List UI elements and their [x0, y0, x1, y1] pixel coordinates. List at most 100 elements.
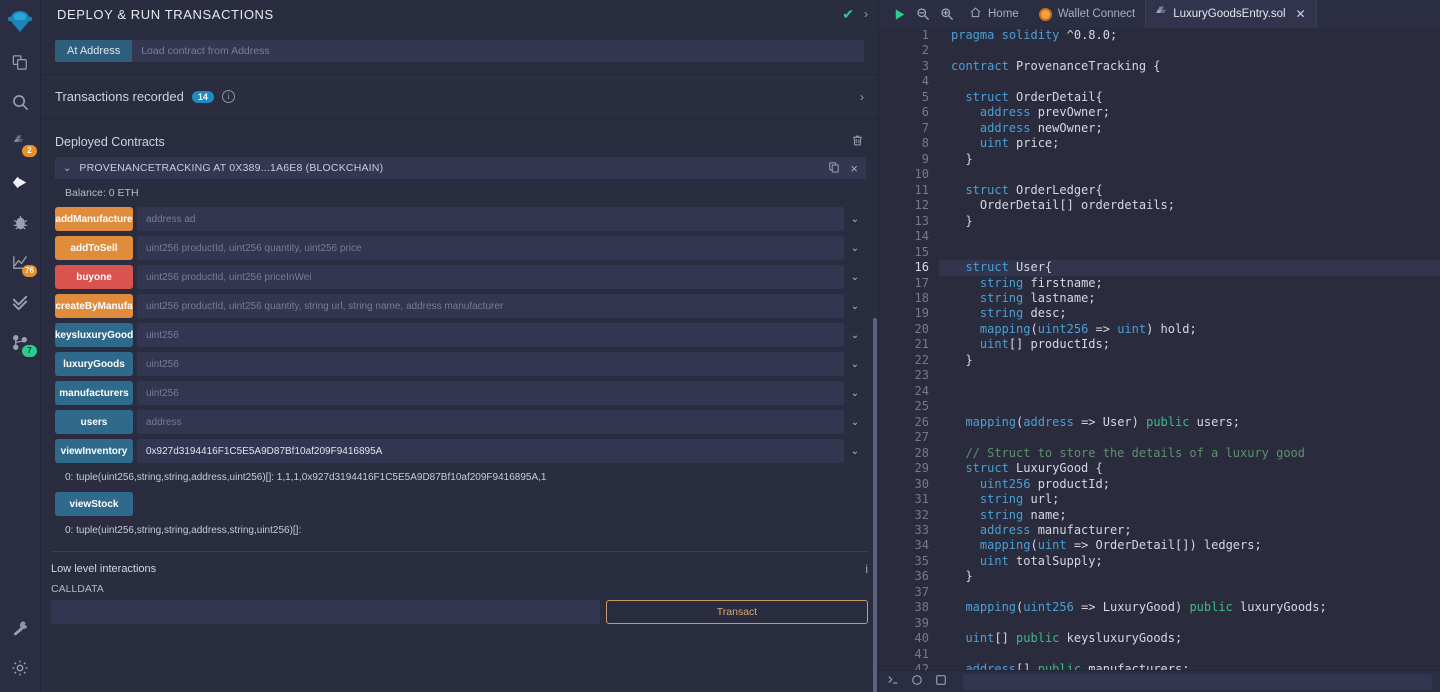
solidity-analyzers-icon[interactable]: 76	[2, 244, 38, 280]
debugger-icon[interactable]	[2, 204, 38, 240]
code-line: }	[951, 569, 973, 584]
contract-functions-list: addManufacture ⌄ addToSell ⌄ buyone ⌄	[55, 207, 866, 545]
panel-collapse-caret-icon[interactable]: ›	[864, 7, 868, 21]
close-icon[interactable]: ✕	[1296, 7, 1306, 21]
function-input-viewInventory[interactable]	[137, 439, 844, 463]
trash-icon[interactable]	[851, 134, 864, 150]
calldata-input[interactable]	[51, 600, 600, 624]
function-row-viewInventory: viewInventory ⌄	[55, 439, 866, 463]
function-button-buyone[interactable]: buyone	[55, 265, 133, 289]
remix-logo-icon[interactable]	[2, 4, 38, 40]
function-expand-caret-icon[interactable]: ⌄	[844, 294, 866, 318]
run-icon[interactable]	[887, 2, 911, 26]
copy-icon[interactable]	[828, 161, 840, 176]
code-line: contract ProvenanceTracking {	[951, 58, 1161, 73]
code-line: struct OrderDetail{	[965, 89, 1103, 104]
tab-wallet-connect[interactable]: Wallet Connect	[1029, 0, 1146, 28]
terminal-clear-icon[interactable]	[911, 674, 923, 689]
function-expand-caret-icon[interactable]: ⌄	[844, 236, 866, 260]
deploy-run-transactions-icon[interactable]	[2, 164, 38, 200]
function-expand-caret-icon[interactable]: ⌄	[844, 265, 866, 289]
terminal-toggle-icon[interactable]	[887, 674, 899, 689]
function-button-luxuryGoods[interactable]: luxuryGoods	[55, 352, 133, 376]
code-line: struct LuxuryGood {	[965, 461, 1103, 476]
function-expand-caret-icon[interactable]: ⌄	[844, 381, 866, 405]
plugin-manager-icon[interactable]	[2, 610, 38, 646]
search-icon[interactable]	[2, 84, 38, 120]
terminal-settings-icon[interactable]	[935, 674, 947, 689]
function-row-viewStock: viewStock	[55, 492, 866, 516]
function-button-users[interactable]: users	[55, 410, 133, 434]
function-button-viewInventory[interactable]: viewInventory	[55, 439, 133, 463]
function-input-addManufacture[interactable]	[137, 207, 844, 231]
chevron-down-icon[interactable]: ⌄	[63, 163, 71, 174]
git-badge: 7	[22, 345, 37, 357]
function-input-luxuryGoods[interactable]	[137, 352, 844, 376]
line-number: 33	[914, 523, 929, 537]
function-input-createByManufacturer[interactable]	[137, 294, 844, 318]
line-number: 9	[921, 151, 929, 166]
function-input-users[interactable]	[137, 410, 844, 434]
function-button-manufacturers[interactable]: manufacturers	[55, 381, 133, 405]
function-row-addManufacture: addManufacture ⌄	[55, 207, 866, 231]
close-icon[interactable]: ×	[850, 162, 858, 175]
solidity-compiler-icon[interactable]: 2	[2, 124, 38, 160]
function-input-addToSell[interactable]	[137, 236, 844, 260]
at-address-button[interactable]: At Address	[55, 40, 133, 62]
transactions-info-icon[interactable]: i	[221, 90, 235, 103]
function-expand-caret-icon[interactable]: ⌄	[844, 207, 866, 231]
file-explorer-icon[interactable]	[2, 44, 38, 80]
git-icon[interactable]: 7	[2, 324, 38, 360]
function-expand-caret-icon[interactable]: ⌄	[844, 323, 866, 347]
tab-home[interactable]: Home	[959, 0, 1029, 28]
code-line: }	[951, 213, 973, 228]
at-address-section: At Address	[41, 28, 878, 75]
low-level-title: Low level interactions	[51, 563, 157, 575]
code-inner: 1 2 3 4 5 6 7 8 9 10 11 12 13 14 15 16 17 18 19 20 21 22 23 24 2…	[879, 28, 1440, 670]
function-button-keysluxuryGoods[interactable]: keysluxuryGood	[55, 323, 133, 347]
contract-header-bar[interactable]: ⌄ PROVENANCETRACKING AT 0X389...1A6E8 (B…	[55, 157, 866, 179]
function-button-createByManufacturer[interactable]: createByManufa	[55, 294, 133, 318]
transact-button[interactable]: Transact	[606, 600, 868, 624]
zoom-out-icon[interactable]	[911, 2, 935, 26]
function-button-viewStock[interactable]: viewStock	[55, 492, 133, 516]
code-line: uint256 productId;	[979, 476, 1110, 491]
solidity-unit-testing-icon[interactable]	[2, 284, 38, 320]
code-line: mapping(address => User) public users;	[965, 414, 1241, 429]
terminal-search-input[interactable]	[963, 673, 1432, 690]
code-line: string name;	[979, 507, 1067, 522]
icon-rail: 2 76 7	[0, 0, 41, 692]
low-level-info-icon[interactable]: i	[865, 562, 868, 576]
code-line: pragma solidity ^0.8.0;	[951, 28, 1118, 42]
line-number: 13	[914, 213, 929, 228]
transactions-recorded-row[interactable]: Transactions recorded 14 i ›	[41, 75, 878, 119]
at-address-input[interactable]	[132, 40, 864, 62]
function-button-addManufacture[interactable]: addManufacture	[55, 207, 133, 231]
tab-luxury-goods-entry-sol[interactable]: LuxuryGoodsEntry.sol ✕	[1145, 0, 1317, 28]
code-line: mapping(uint256 => uint) hold;	[979, 321, 1197, 336]
transactions-expand-caret-icon[interactable]: ›	[860, 90, 864, 104]
panel-header: DEPLOY & RUN TRANSACTIONS ✔ ›	[41, 0, 878, 28]
line-number: 41	[914, 646, 929, 661]
function-expand-caret-icon[interactable]: ⌄	[844, 352, 866, 376]
function-input-keysluxuryGoods[interactable]	[137, 323, 844, 347]
panel-scrollbar[interactable]	[873, 318, 877, 692]
zoom-in-icon[interactable]	[935, 2, 959, 26]
code-viewport[interactable]: 1 2 3 4 5 6 7 8 9 10 11 12 13 14 15 16 17 18 19 20 21 22 23 24 2…	[879, 28, 1440, 670]
code-text[interactable]: pragma solidity ^0.8.0; contract Provena…	[939, 28, 1440, 670]
function-button-addToSell[interactable]: addToSell	[55, 236, 133, 260]
function-input-buyone[interactable]	[137, 265, 844, 289]
code-line: OrderDetail[] orderdetails;	[951, 198, 1175, 213]
line-number: 15	[914, 244, 929, 259]
function-expand-caret-icon[interactable]: ⌄	[844, 439, 866, 463]
line-number: 39	[914, 615, 929, 630]
line-number: 11	[914, 182, 929, 197]
settings-gear-icon[interactable]	[2, 650, 38, 686]
function-input-manufacturers[interactable]	[137, 381, 844, 405]
function-expand-caret-icon[interactable]: ⌄	[844, 410, 866, 434]
